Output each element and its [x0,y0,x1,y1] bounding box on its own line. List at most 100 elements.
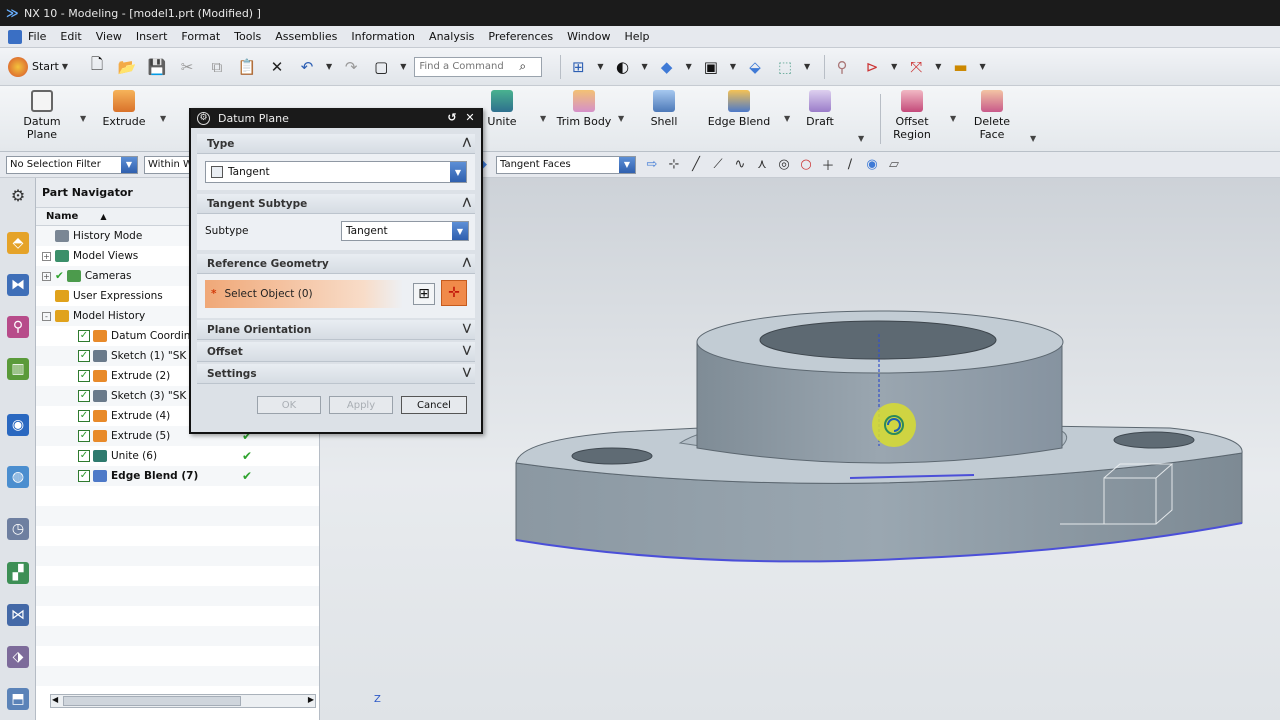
unite-button[interactable]: Unite [484,90,520,128]
settings-header[interactable]: Settings ⋁ [197,364,475,384]
render-style-icon[interactable]: ◐ [612,56,634,78]
chevron-down-icon[interactable]: ▼ [686,62,692,71]
visibility-checkbox[interactable]: ✓ [78,450,90,462]
part-navigator-icon[interactable]: ⚲ [7,316,29,338]
save-icon[interactable]: 💾 [146,56,168,78]
bounded-grid-icon[interactable]: ▱ [886,157,902,173]
new-file-icon[interactable]: 🗋 [86,55,108,78]
apply-button[interactable]: Apply [329,396,393,414]
snap-icon[interactable]: ⚲ [831,56,853,78]
fit-view-icon[interactable]: ⊞ [567,56,589,78]
manufacturing-wizard-icon[interactable]: ⬗ [7,646,29,668]
visibility-checkbox[interactable]: ✓ [78,390,90,402]
visibility-checkbox[interactable]: ✓ [78,330,90,342]
menu-assemblies[interactable]: Assemblies [275,30,337,43]
delete-face-button[interactable]: Delete Face [970,90,1014,141]
control-point-icon[interactable]: ∿ [732,157,748,173]
menu-insert[interactable]: Insert [136,30,168,43]
app-menu-icon[interactable] [8,29,22,44]
chevron-down-icon[interactable]: ▼ [730,62,736,71]
chevron-down-icon[interactable]: ▼ [540,114,546,123]
selection-scope-select[interactable]: Within W [144,155,194,174]
undo-icon[interactable]: ↶ [296,56,318,78]
reset-icon[interactable]: ↺ [445,111,459,125]
arrow-right-icon[interactable]: ⇨ [644,157,660,173]
collapse-icon[interactable]: ⋀ [463,257,471,268]
trim-body-button[interactable]: Trim Body [554,90,614,128]
menu-analysis[interactable]: Analysis [429,30,474,43]
subtype-group-header[interactable]: Tangent Subtype ⋀ [197,194,475,214]
chevron-down-icon[interactable]: ▼ [618,114,624,123]
ok-button[interactable]: OK [257,396,321,414]
chevron-down-icon[interactable]: ▼ [80,114,86,123]
chevron-down-icon[interactable]: ▼ [450,162,466,182]
web-browser-icon[interactable]: ◉ [7,414,29,436]
menu-preferences[interactable]: Preferences [488,30,553,43]
layer-icon[interactable]: ⬚ [774,56,796,78]
arc-center-icon[interactable]: ◎ [776,157,792,173]
face-rule-select[interactable]: Tangent Faces ▼ [496,155,636,174]
expand-icon[interactable]: ⋁ [463,367,471,378]
edge-blend-button[interactable]: Edge Blend [704,90,774,128]
offset-region-button[interactable]: Offset Region [888,90,936,141]
search-icon[interactable]: ⌕ [519,59,526,74]
start-button[interactable]: Start ▼ [8,56,76,77]
offset-header[interactable]: Offset ⋁ [197,342,475,362]
collapse-icon[interactable]: ⋀ [463,197,471,208]
menu-information[interactable]: Information [351,30,415,43]
dialog-title-bar[interactable]: ⚙ Datum Plane ↺ ✕ [191,108,481,128]
scroll-left-icon[interactable]: ◀ [52,695,58,704]
scrollbar-thumb[interactable] [63,696,241,706]
navigator-row[interactable]: ✓ Edge Blend (7) ✔ [36,466,319,486]
shaded-cube-icon[interactable]: ◆ [656,56,678,78]
expand-node-icon[interactable]: + [42,251,51,261]
process-studio-icon[interactable]: ⋈ [7,604,29,626]
measure-icon[interactable]: ⤧ [905,56,927,78]
chevron-down-icon[interactable]: ▼ [804,62,810,71]
menu-tools[interactable]: Tools [234,30,261,43]
window-icon[interactable]: ▢ [370,56,392,78]
selection-filter-select[interactable]: No Selection Filter ▼ [6,155,138,174]
mid-point-icon[interactable]: ⟋ [710,157,726,173]
chevron-down-icon[interactable]: ▼ [950,114,956,123]
visibility-checkbox[interactable]: ✓ [78,470,90,482]
end-point-icon[interactable]: ╱ [688,157,704,173]
assembly-navigator-icon[interactable]: ⬘ [7,232,29,254]
visibility-checkbox[interactable]: ✓ [78,430,90,442]
intersection-icon[interactable]: ⋏ [754,157,770,173]
reference-geometry-header[interactable]: Reference Geometry ⋀ [197,254,475,274]
menu-file[interactable]: File [28,30,46,43]
shell-button[interactable]: Shell [646,90,682,128]
chevron-down-icon[interactable]: ▼ [858,134,864,143]
section-icon[interactable]: ⊳ [861,56,883,78]
chevron-down-icon[interactable]: ▼ [784,114,790,123]
add-object-icon[interactable]: ⊞ [413,283,435,305]
chevron-down-icon[interactable]: ▼ [597,62,603,71]
menu-format[interactable]: Format [181,30,220,43]
scroll-right-icon[interactable]: ▶ [308,695,314,704]
cancel-button[interactable]: Cancel [401,396,467,414]
visibility-checkbox[interactable]: ✓ [78,350,90,362]
command-search-input[interactable] [419,61,520,72]
datum-plane-button[interactable]: Datum Plane [20,90,64,141]
expand-node-icon[interactable]: + [42,271,51,281]
select-object-row[interactable]: * Select Object (0) [205,280,403,308]
plane-orientation-header[interactable]: Plane Orientation ⋁ [197,320,475,340]
gear-icon[interactable]: ⚙ [197,111,210,125]
reuse-library-icon[interactable]: ▥ [7,358,29,380]
visibility-checkbox[interactable]: ✓ [78,370,90,382]
chevron-down-icon[interactable]: ▼ [935,62,941,71]
draft-button[interactable]: Draft [800,90,840,128]
expand-icon[interactable]: ⋁ [463,345,471,356]
roles-icon[interactable]: ⬒ [7,688,29,710]
menu-edit[interactable]: Edit [60,30,81,43]
expand-icon[interactable]: ⋁ [463,323,471,334]
menu-view[interactable]: View [96,30,122,43]
menu-window[interactable]: Window [567,30,610,43]
role-icon[interactable]: ◍ [7,466,29,488]
open-folder-icon[interactable]: 📂 [116,56,138,78]
system-materials-icon[interactable]: ▞ [7,562,29,584]
chevron-down-icon[interactable]: ▼ [452,222,468,240]
chevron-down-icon[interactable]: ▼ [1030,134,1036,143]
type-select[interactable]: Tangent ▼ [205,161,467,183]
